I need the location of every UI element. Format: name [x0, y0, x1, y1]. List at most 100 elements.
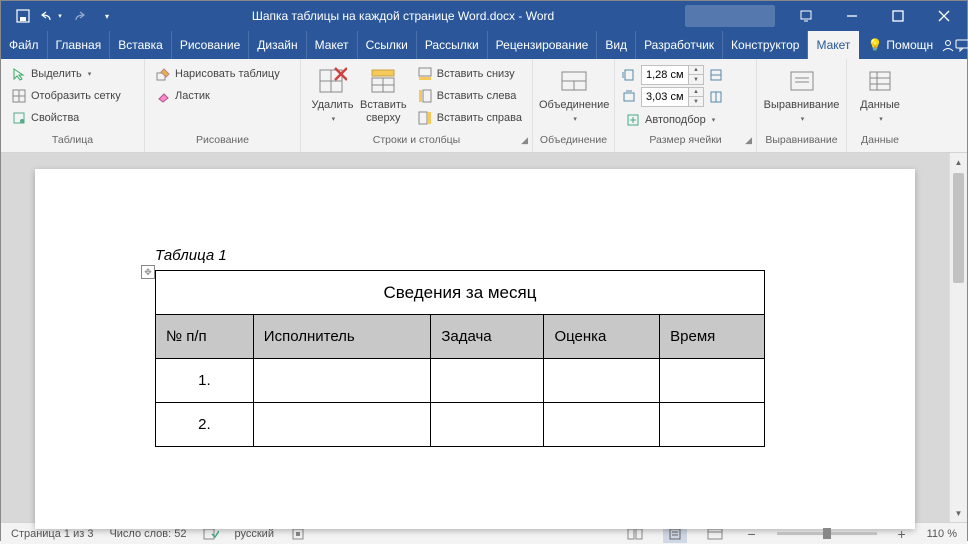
grid-icon [11, 88, 27, 104]
tab-вставка[interactable]: Вставка [110, 31, 172, 59]
table-header-cell[interactable]: Задача [431, 315, 544, 359]
row-height-icon [621, 67, 637, 83]
autofit-button[interactable]: Автоподбор▾ [621, 109, 724, 131]
table-cell[interactable] [253, 359, 431, 403]
spin-down-icon[interactable]: ▼ [689, 75, 703, 84]
close-icon[interactable] [921, 1, 967, 31]
alignment-button[interactable]: Выравнивание▾ [763, 63, 840, 134]
scroll-down-icon[interactable]: ▼ [950, 504, 967, 522]
table-move-handle-icon[interactable]: ✥ [141, 265, 155, 279]
table-cell[interactable]: 1. [156, 359, 254, 403]
spin-up-icon[interactable]: ▲ [689, 66, 703, 75]
zoom-value[interactable]: 110 % [927, 528, 957, 540]
table-cell[interactable] [544, 359, 660, 403]
spin-up-icon[interactable]: ▲ [689, 88, 703, 97]
table-title-cell[interactable]: Сведения за месяц [156, 271, 765, 315]
merge-icon [558, 65, 590, 97]
status-page[interactable]: Страница 1 из 3 [11, 528, 93, 540]
maximize-icon[interactable] [875, 1, 921, 31]
data-button[interactable]: Данные▾ [853, 63, 907, 134]
table-cell[interactable] [660, 403, 765, 447]
tab-дизайн[interactable]: Дизайн [249, 31, 306, 59]
insert-below-button[interactable]: Вставить снизу [413, 63, 526, 85]
autofit-label: Автоподбор [645, 114, 706, 126]
properties-button[interactable]: Свойства [7, 107, 125, 129]
group-cell-label: Размер ячейки [649, 134, 721, 146]
insert-right-label: Вставить справа [437, 112, 522, 124]
spin-down-icon[interactable]: ▼ [689, 97, 703, 106]
tab-ссылки[interactable]: Ссылки [358, 31, 417, 59]
table-cell[interactable] [431, 359, 544, 403]
delete-button[interactable]: Удалить▾ [307, 63, 358, 134]
select-label: Выделить [31, 68, 82, 80]
select-button[interactable]: Выделить▾ [7, 63, 125, 85]
qat-customize-icon[interactable]: ▾ [93, 2, 121, 30]
eraser-icon [155, 88, 171, 104]
zoom-knob[interactable] [823, 528, 831, 539]
group-align-label: Выравнивание [765, 134, 837, 146]
group-data-label: Данные [861, 134, 899, 146]
autofit-icon [625, 112, 641, 128]
tab-главная[interactable]: Главная [48, 31, 111, 59]
insert-above-label: Вставить сверху [360, 99, 407, 124]
table-header-cell[interactable]: № п/п [156, 315, 254, 359]
alignment-label: Выравнивание [764, 99, 840, 111]
tab-рисование[interactable]: Рисование [172, 31, 249, 59]
redo-icon[interactable] [65, 2, 93, 30]
table-cell[interactable] [431, 403, 544, 447]
view-gridlines-button[interactable]: Отобразить сетку [7, 85, 125, 107]
table-caption[interactable]: Таблица 1 [155, 247, 915, 264]
dialog-launcher-icon[interactable]: ◢ [521, 135, 528, 146]
tab-файл[interactable]: Файл [1, 31, 48, 59]
table-cell[interactable] [253, 403, 431, 447]
group-rc-label: Строки и столбцы [373, 134, 460, 146]
tab-макет[interactable]: Макет [808, 31, 859, 59]
tab-рассылки[interactable]: Рассылки [417, 31, 488, 59]
signin-placeholder[interactable] [685, 5, 775, 27]
save-icon[interactable] [9, 2, 37, 30]
status-language[interactable]: русский [235, 528, 274, 540]
merge-button[interactable]: Объединение▾ [539, 63, 609, 134]
tab-конструктор[interactable]: Конструктор [723, 31, 808, 59]
distribute-cols-icon[interactable] [708, 89, 724, 105]
undo-icon[interactable]: ▾ [37, 2, 65, 30]
status-words[interactable]: Число слов: 52 [109, 528, 186, 540]
insert-below-icon [417, 66, 433, 82]
tab-разработчик[interactable]: Разработчик [636, 31, 723, 59]
eraser-button[interactable]: Ластик [151, 85, 284, 107]
tab-рецензирование[interactable]: Рецензирование [488, 31, 598, 59]
insert-right-icon [417, 110, 433, 126]
table-cell[interactable]: 2. [156, 403, 254, 447]
dialog-launcher-icon[interactable]: ◢ [745, 135, 752, 146]
tab-макет[interactable]: Макет [307, 31, 358, 59]
group-merge-label: Объединение [540, 134, 607, 146]
table-cell[interactable] [660, 359, 765, 403]
comments-icon[interactable] [955, 31, 968, 59]
scroll-thumb[interactable] [953, 173, 964, 283]
pencil-icon [155, 66, 171, 82]
distribute-rows-icon[interactable] [708, 67, 724, 83]
insert-right-button[interactable]: Вставить справа [413, 107, 526, 129]
document-page: Таблица 1 ✥ Сведения за месяц№ п/пИсполн… [35, 169, 915, 529]
tab-вид[interactable]: Вид [597, 31, 636, 59]
insert-left-button[interactable]: Вставить слева [413, 85, 526, 107]
document-table[interactable]: Сведения за месяц№ п/пИсполнительЗадачаО… [155, 270, 765, 447]
ribbon-options-icon[interactable] [783, 1, 829, 31]
tell-me-button[interactable]: 💡Помощн [859, 31, 941, 59]
scroll-up-icon[interactable]: ▲ [950, 153, 967, 171]
alignment-icon [786, 65, 818, 97]
draw-table-button[interactable]: Нарисовать таблицу [151, 63, 284, 85]
zoom-slider[interactable] [777, 532, 877, 535]
row-height-input[interactable] [641, 65, 689, 85]
table-header-cell[interactable]: Время [660, 315, 765, 359]
table-header-cell[interactable]: Оценка [544, 315, 660, 359]
col-width-input[interactable] [641, 87, 689, 107]
vertical-scrollbar[interactable]: ▲ ▼ [949, 153, 967, 522]
table-header-cell[interactable]: Исполнитель [253, 315, 431, 359]
share-icon[interactable] [941, 31, 955, 59]
gridlines-label: Отобразить сетку [31, 90, 121, 102]
properties-label: Свойства [31, 112, 79, 124]
insert-above-button[interactable]: Вставить сверху [358, 63, 409, 134]
minimize-icon[interactable] [829, 1, 875, 31]
table-cell[interactable] [544, 403, 660, 447]
